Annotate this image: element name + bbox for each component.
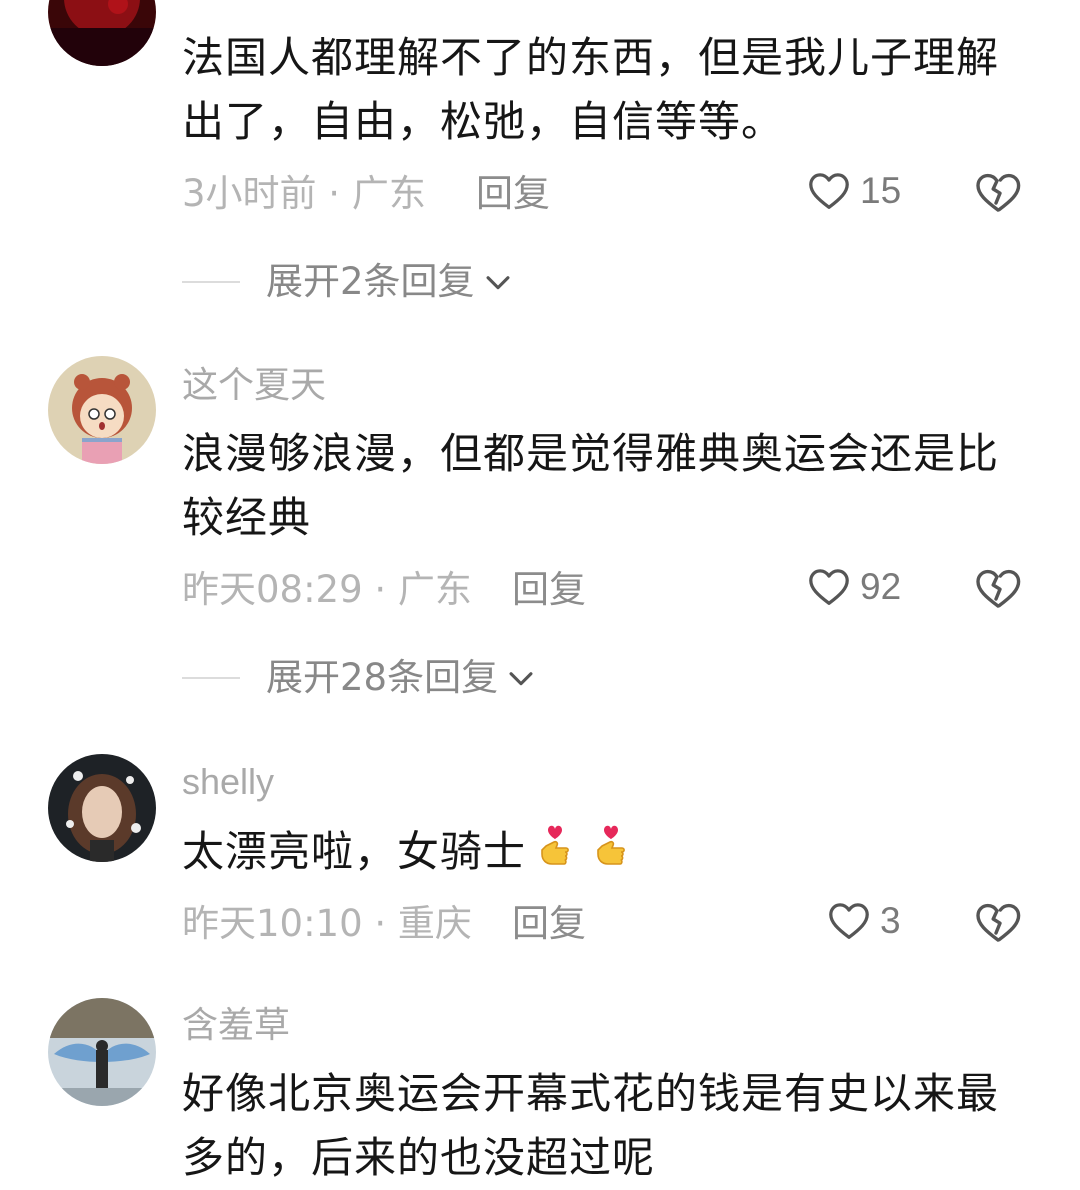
- broken-heart-icon: [976, 173, 1021, 212]
- expand-replies-button[interactable]: 展开28条回复: [182, 656, 538, 700]
- expand-replies-label: 展开2条回复: [266, 260, 475, 303]
- heart-outline-icon: [809, 569, 849, 605]
- comment-meta: 昨天10:10 · 重庆: [182, 902, 472, 945]
- divider: [182, 281, 240, 283]
- expand-replies-button[interactable]: 展开2条回复: [182, 260, 515, 304]
- divider: [182, 677, 240, 679]
- dislike-button[interactable]: [972, 168, 1024, 220]
- username[interactable]: 这个夏天: [182, 366, 326, 406]
- reply-button[interactable]: 回复: [512, 568, 586, 612]
- heart-outline-icon: [829, 903, 869, 939]
- broken-heart-icon: [976, 569, 1021, 608]
- comment-item: 含羞草 好像北京奥运会开幕式花的钱是有史以来最多的，后来的也没超过呢: [0, 990, 1080, 1182]
- comment-meta: 昨天08:29 · 广东: [182, 568, 472, 611]
- like-button[interactable]: 3: [826, 898, 901, 944]
- comment-text-content: 太漂亮啦，女骑士: [182, 827, 527, 876]
- comment-text: 浪漫够浪漫，但都是觉得雅典奥运会还是比较经典: [182, 429, 1000, 542]
- comment-text: 太漂亮啦，女骑士: [182, 818, 1002, 892]
- avatar[interactable]: [48, 356, 156, 464]
- dislike-button[interactable]: [972, 564, 1024, 616]
- avatar[interactable]: [48, 754, 156, 862]
- heart-hand-icon: [590, 818, 638, 892]
- chevron-down-icon: [509, 672, 533, 686]
- heart-hand-icon: [534, 818, 582, 892]
- comment-item: shelly 太漂亮啦，女骑士 昨天10:10 · 重庆 回复 3: [0, 720, 1080, 990]
- like-count: 15: [860, 170, 902, 211]
- expand-replies-label: 展开28条回复: [266, 656, 499, 699]
- like-button[interactable]: 92: [806, 564, 901, 610]
- comment-item: 法国人都理解不了的东西，但是我儿子理解出了，自由，松弛，自信等等。 3小时前 ·…: [0, 0, 1080, 330]
- comment-item: 这个夏天 浪漫够浪漫，但都是觉得雅典奥运会还是比较经典 昨天08:29 · 广东…: [0, 330, 1080, 720]
- avatar[interactable]: [48, 998, 156, 1106]
- reply-button[interactable]: 回复: [512, 902, 586, 946]
- username[interactable]: 含羞草: [182, 1006, 290, 1046]
- comment-meta: 3小时前 · 广东: [182, 172, 426, 215]
- reply-button[interactable]: 回复: [476, 172, 550, 216]
- comment-text: 法国人都理解不了的东西，但是我儿子理解出了，自由，松弛，自信等等。: [182, 33, 1000, 146]
- like-button[interactable]: 15: [806, 168, 901, 214]
- heart-outline-icon: [809, 173, 849, 209]
- chevron-down-icon: [486, 276, 510, 290]
- username[interactable]: shelly: [182, 762, 274, 802]
- broken-heart-icon: [976, 903, 1021, 942]
- dislike-button[interactable]: [972, 898, 1024, 950]
- comment-text: 好像北京奥运会开幕式花的钱是有史以来最多的，后来的也没超过呢: [182, 1069, 1000, 1182]
- like-count: 3: [880, 900, 901, 941]
- like-count: 92: [860, 566, 902, 607]
- avatar[interactable]: [48, 0, 156, 66]
